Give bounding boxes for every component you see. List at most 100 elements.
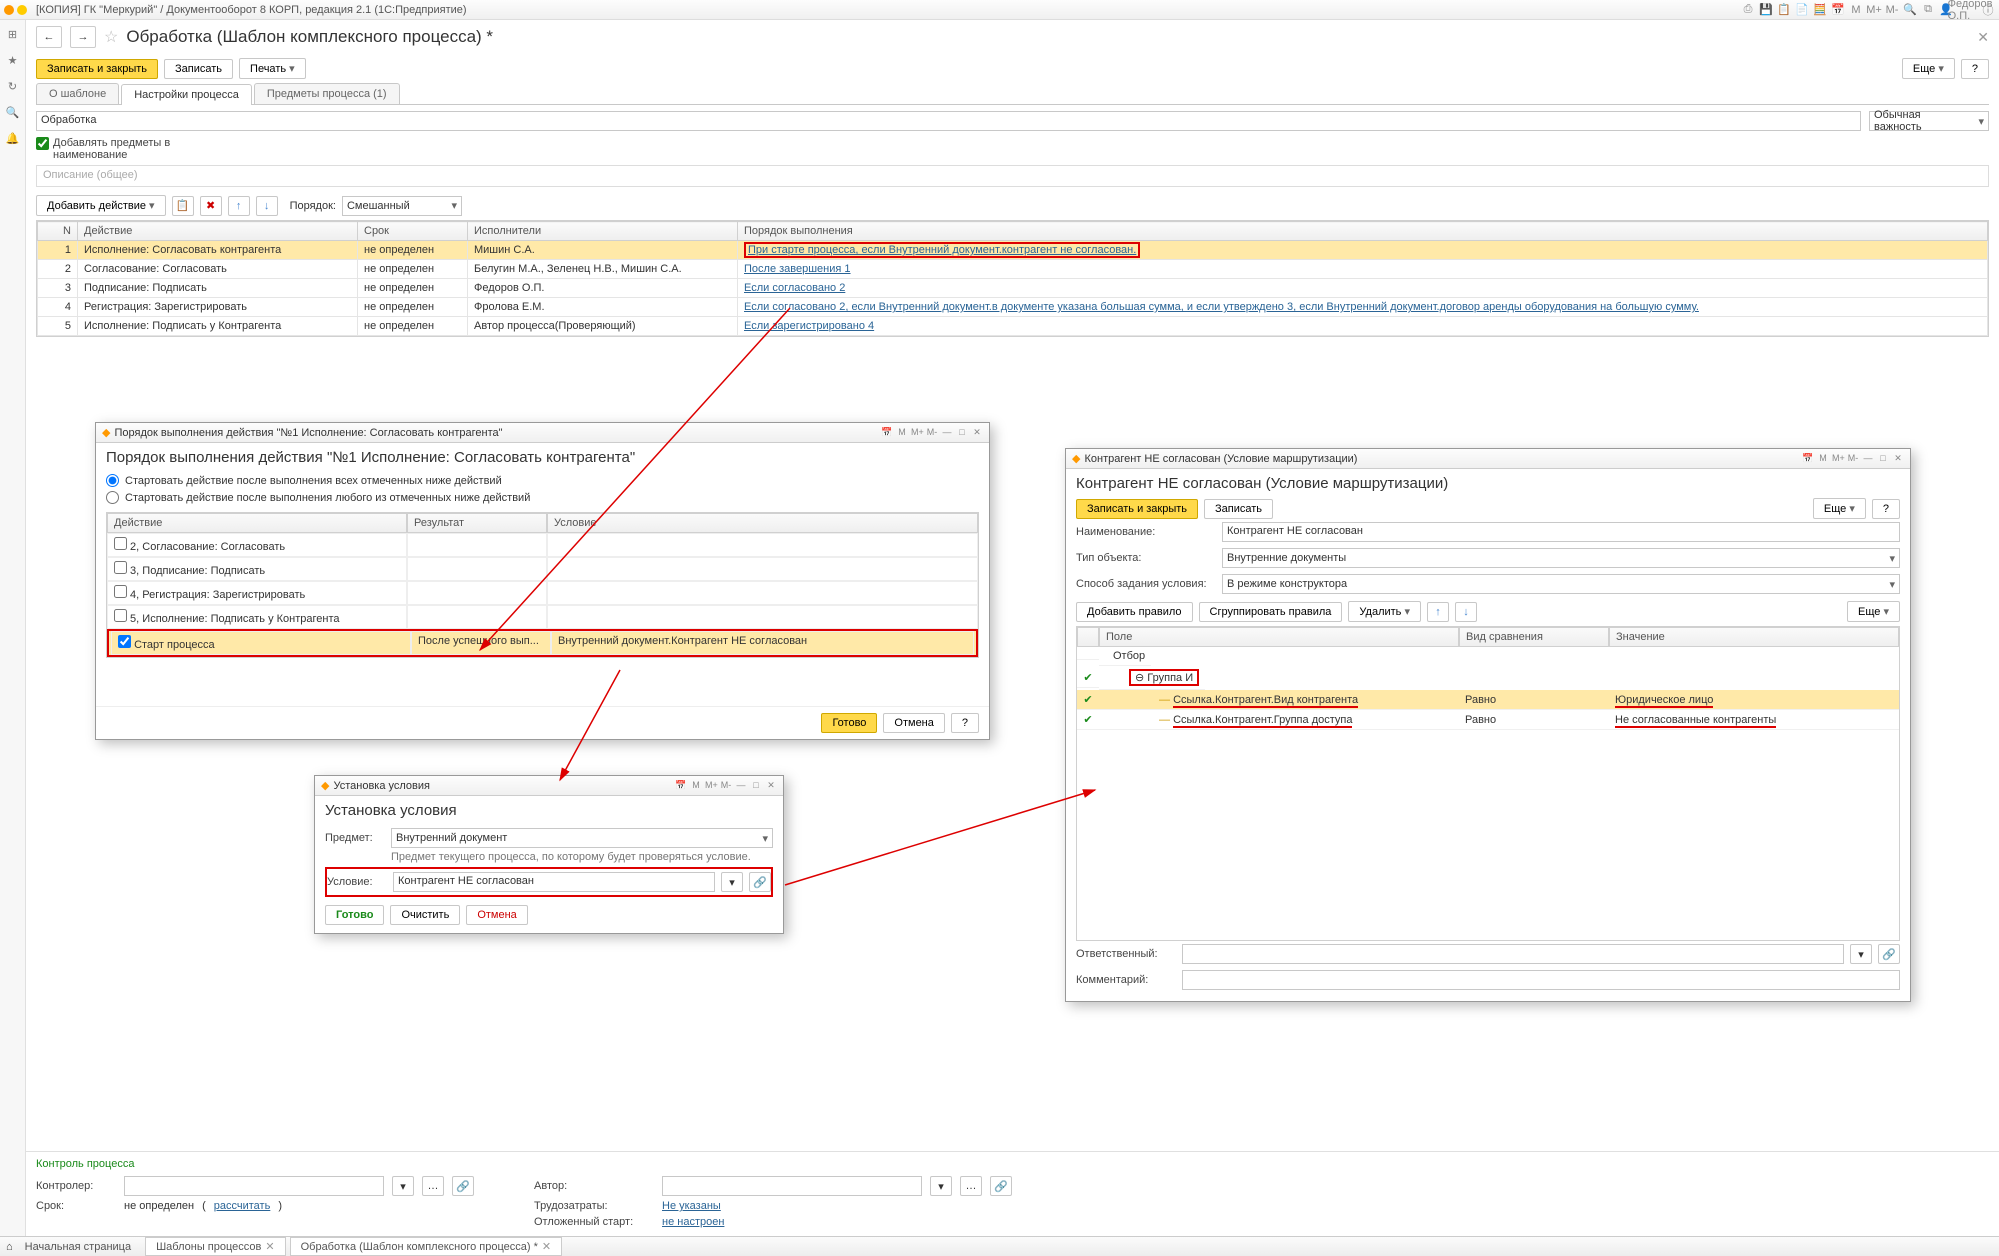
tab-about[interactable]: О шаблоне: [36, 83, 119, 104]
dlg2-clear[interactable]: Очистить: [390, 905, 460, 925]
dlg2-icon-mp[interactable]: M+: [705, 780, 717, 792]
save-icon[interactable]: 💾: [1759, 3, 1773, 17]
dlg2-cancel[interactable]: Отмена: [466, 905, 527, 925]
dlg3-group-and[interactable]: Группа И: [1147, 672, 1193, 684]
calc-link[interactable]: рассчитать: [214, 1200, 271, 1212]
dlg1-help[interactable]: ?: [951, 713, 979, 733]
dlg3-more2[interactable]: Еще: [1847, 601, 1900, 622]
dlg2-done[interactable]: Готово: [325, 905, 384, 925]
bell-icon[interactable]: 🔔: [5, 130, 21, 146]
add-items-checkbox[interactable]: [36, 137, 49, 150]
dlg1-icon-min[interactable]: —: [941, 427, 953, 439]
window-icon[interactable]: ⧉: [1921, 3, 1935, 17]
dlg3-group[interactable]: Сгруппировать правила: [1199, 602, 1343, 622]
copy-action-icon[interactable]: 📋: [172, 196, 194, 216]
star-icon[interactable]: ★: [5, 52, 21, 68]
dlg1-row[interactable]: 5, Исполнение: Подписать у Контрагента: [107, 605, 978, 629]
dlg3-delete[interactable]: Удалить: [1348, 601, 1421, 622]
back-button[interactable]: ←: [36, 26, 62, 48]
dlg2-icon-max[interactable]: □: [750, 780, 762, 792]
dlg2-cond-link-icon[interactable]: 🔗: [749, 872, 771, 892]
doc-icon[interactable]: 📄: [1795, 3, 1809, 17]
table-row[interactable]: 3Подписание: Подписатьне определенФедоро…: [38, 279, 1988, 298]
dlg2-icon-cal[interactable]: 📅: [675, 780, 687, 792]
home-icon[interactable]: ⌂: [6, 1241, 13, 1253]
dlg3-icon-max[interactable]: □: [1877, 453, 1889, 465]
search-icon[interactable]: 🔍: [1903, 3, 1917, 17]
taskbar-close-1[interactable]: ✕: [265, 1241, 274, 1253]
save-close-button[interactable]: Записать и закрыть: [36, 59, 158, 79]
controller-dd[interactable]: ▾: [392, 1176, 414, 1196]
copy-icon[interactable]: 📋: [1777, 3, 1791, 17]
col-n[interactable]: N: [38, 222, 78, 241]
dlg3-icon-m[interactable]: M: [1817, 453, 1829, 465]
user-name[interactable]: Федоров О.П.: [1963, 3, 1977, 17]
dlg3-icon-mp[interactable]: M+: [1832, 453, 1844, 465]
dlg3-icon-mm[interactable]: M-: [1847, 453, 1859, 465]
dlg1-row[interactable]: 4, Регистрация: Зарегистрировать: [107, 581, 978, 605]
dlg3-add-rule[interactable]: Добавить правило: [1076, 602, 1193, 622]
info-icon[interactable]: ⓘ: [1981, 3, 1995, 17]
col-action[interactable]: Действие: [78, 222, 358, 241]
more-button[interactable]: Еще: [1902, 58, 1955, 79]
dlg3-rule1-row[interactable]: ✔ — Ссылка.Контрагент.Вид контрагента Ра…: [1077, 690, 1899, 710]
taskbar-item-1[interactable]: Шаблоны процессов✕: [145, 1237, 286, 1256]
dlg3-name-input[interactable]: Контрагент НЕ согласован: [1222, 522, 1900, 542]
taskbar-item-2[interactable]: Обработка (Шаблон комплексного процесса)…: [290, 1237, 563, 1256]
calendar-icon[interactable]: 📅: [1831, 3, 1845, 17]
dlg3-icon-min[interactable]: —: [1862, 453, 1874, 465]
calc-icon[interactable]: 🧮: [1813, 3, 1827, 17]
author-input[interactable]: [662, 1176, 922, 1196]
dlg2-subject-select[interactable]: Внутренний документ: [391, 828, 773, 848]
tab-subjects[interactable]: Предметы процесса (1): [254, 83, 400, 104]
dlg1-cancel[interactable]: Отмена: [883, 713, 944, 733]
dlg2-icon-m[interactable]: M: [690, 780, 702, 792]
history-icon[interactable]: ↻: [5, 78, 21, 94]
dlg1-icon-m[interactable]: M: [896, 427, 908, 439]
dlg3-mode-select[interactable]: В режиме конструктора: [1222, 574, 1900, 594]
grid-icon[interactable]: ⊞: [5, 26, 21, 42]
defstart-val[interactable]: не настроен: [662, 1216, 724, 1228]
dlg1-hl-chk[interactable]: [118, 635, 131, 648]
add-action-button[interactable]: Добавить действие: [36, 195, 166, 216]
dlg2-icon-close[interactable]: ✕: [765, 780, 777, 792]
dlg3-help[interactable]: ?: [1872, 499, 1900, 519]
print-icon[interactable]: ⎙: [1741, 3, 1755, 17]
m-plus-icon[interactable]: M+: [1867, 3, 1881, 17]
labor-val[interactable]: Не указаны: [662, 1200, 721, 1212]
dlg1-icon-cal[interactable]: 📅: [881, 427, 893, 439]
controller-input[interactable]: [124, 1176, 384, 1196]
dlg3-icon-close[interactable]: ✕: [1892, 453, 1904, 465]
importance-select[interactable]: Обычная важность: [1869, 111, 1989, 131]
col-exec[interactable]: Исполнители: [468, 222, 738, 241]
dlg3-save-close[interactable]: Записать и закрыть: [1076, 499, 1198, 519]
tab-settings[interactable]: Настройки процесса: [121, 84, 252, 105]
dlg3-up-icon[interactable]: ↑: [1427, 602, 1449, 622]
favorite-icon[interactable]: ☆: [104, 27, 118, 47]
col-order[interactable]: Порядок выполнения: [738, 222, 1988, 241]
dlg3-resp-dd[interactable]: ▾: [1850, 944, 1872, 964]
dlg1-icon-mm[interactable]: M-: [926, 427, 938, 439]
taskbar-home[interactable]: Начальная страница: [15, 1239, 141, 1255]
template-name-input[interactable]: Обработка: [36, 111, 1861, 131]
order-select[interactable]: Смешанный: [342, 196, 462, 216]
dlg3-down-icon[interactable]: ↓: [1455, 602, 1477, 622]
forward-button[interactable]: →: [70, 26, 96, 48]
dlg2-cond-dd[interactable]: ▾: [721, 872, 743, 892]
dlg1-icon-max[interactable]: □: [956, 427, 968, 439]
description-box[interactable]: Описание (общее): [36, 165, 1989, 187]
dlg3-rule2-row[interactable]: ✔ — Ссылка.Контрагент.Группа доступа Рав…: [1077, 710, 1899, 730]
table-row[interactable]: 1Исполнение: Согласовать контрагентане о…: [38, 241, 1988, 260]
dlg1-icon-close[interactable]: ✕: [971, 427, 983, 439]
controller-dots[interactable]: …: [422, 1176, 444, 1196]
help-button[interactable]: ?: [1961, 59, 1989, 79]
m-icon[interactable]: M: [1849, 3, 1863, 17]
dlg1-hl-row[interactable]: Старт процесса После успешного вып... Вн…: [107, 629, 978, 657]
delete-action-icon[interactable]: ✖: [200, 196, 222, 216]
m-minus-icon[interactable]: M-: [1885, 3, 1899, 17]
author-dd[interactable]: ▾: [930, 1176, 952, 1196]
dlg1-row[interactable]: 2, Согласование: Согласовать: [107, 533, 978, 557]
dlg1-row[interactable]: 3, Подписание: Подписать: [107, 557, 978, 581]
author-dots[interactable]: …: [960, 1176, 982, 1196]
controller-link[interactable]: 🔗: [452, 1176, 474, 1196]
